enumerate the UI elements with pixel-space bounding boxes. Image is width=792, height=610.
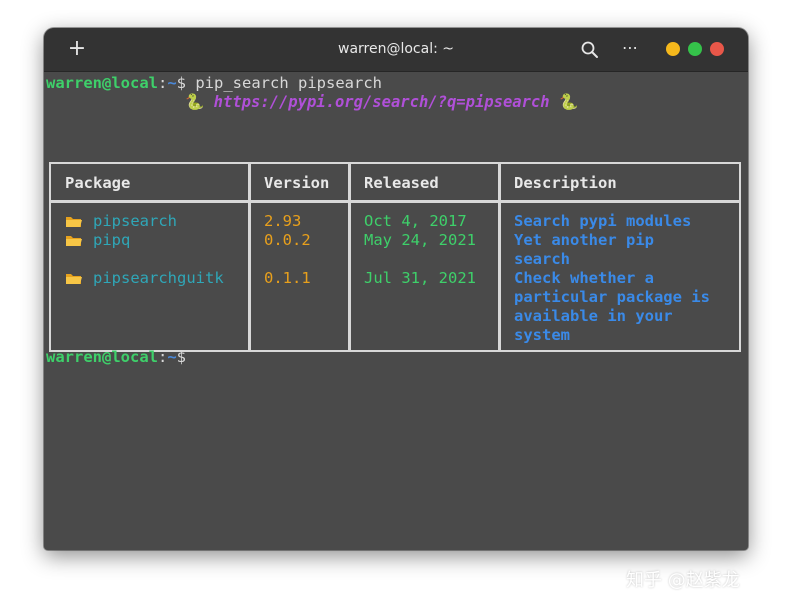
folder-icon (66, 236, 82, 246)
package-version: 2.93 (264, 212, 302, 230)
package-description: system (514, 326, 570, 344)
package-released: May 24, 2021 (364, 231, 476, 249)
prompt-line[interactable]: warren@local:~$ (46, 348, 186, 367)
column-divider (348, 164, 351, 350)
prompt-separator: : (157, 348, 168, 366)
header-released: Released (364, 174, 439, 192)
banner-line: 🐍 https://pypi.org/search/?q=pipsearch 🐍 (185, 93, 578, 112)
column-divider (248, 164, 251, 350)
search-button[interactable] (580, 40, 600, 60)
header-package: Package (65, 174, 131, 192)
package-description: search (514, 250, 570, 268)
prompt-symbol: $ (176, 74, 187, 92)
package-name: pipq (93, 231, 131, 249)
watermark: 知乎 @赵紫龙 (626, 570, 740, 591)
column-divider (498, 164, 501, 350)
prompt-user: warren@local (46, 74, 158, 92)
prompt-symbol: $ (176, 348, 187, 366)
search-icon (581, 41, 598, 58)
package-version: 0.0.2 (264, 231, 311, 249)
terminal-body[interactable]: warren@local:~$ pip_search pipsearch 🐍 h… (44, 72, 748, 550)
package-name: pipsearchguitk (93, 269, 224, 287)
package-released: Jul 31, 2021 (364, 269, 476, 287)
command-text: pip_search pipsearch (186, 74, 382, 92)
results-table: Package Version Released Description pip… (49, 162, 741, 352)
package-released: Oct 4, 2017 (364, 212, 467, 230)
title-bar: + warren@local: ~ ⋯ (44, 28, 748, 72)
menu-button[interactable]: ⋯ (618, 36, 642, 60)
new-tab-button[interactable]: + (66, 37, 88, 61)
command-line: warren@local:~$ pip_search pipsearch (46, 74, 382, 93)
close-button[interactable] (710, 42, 724, 56)
header-version: Version (264, 174, 330, 192)
folder-icon (66, 274, 82, 284)
table-row-package: pipq (65, 231, 130, 250)
search-url[interactable]: https://pypi.org/search/?q=pipsearch (214, 93, 550, 111)
header-description: Description (514, 174, 617, 192)
package-description: Yet another pip (514, 231, 654, 249)
package-name: pipsearch (93, 212, 177, 230)
folder-icon (66, 217, 82, 227)
prompt-path: ~ (167, 348, 177, 366)
prompt-user: warren@local (46, 348, 158, 366)
package-description: Check whether a (514, 269, 654, 287)
terminal-window: + warren@local: ~ ⋯ warren@local:~$ pip_… (44, 28, 748, 550)
window-title: warren@local: ~ (338, 41, 454, 57)
snake-icon: 🐍 (558, 93, 579, 111)
minimize-button[interactable] (666, 42, 680, 56)
package-description: Search pypi modules (514, 212, 692, 230)
table-row-package: pipsearch (65, 212, 177, 231)
package-version: 0.1.1 (264, 269, 311, 287)
package-description: available in your (514, 307, 673, 325)
snake-icon: 🐍 (185, 93, 205, 111)
maximize-button[interactable] (688, 42, 702, 56)
package-description: particular package is (514, 288, 710, 306)
prompt-separator: : (157, 74, 168, 92)
prompt-path: ~ (167, 74, 177, 92)
table-row-package: pipsearchguitk (65, 269, 224, 288)
